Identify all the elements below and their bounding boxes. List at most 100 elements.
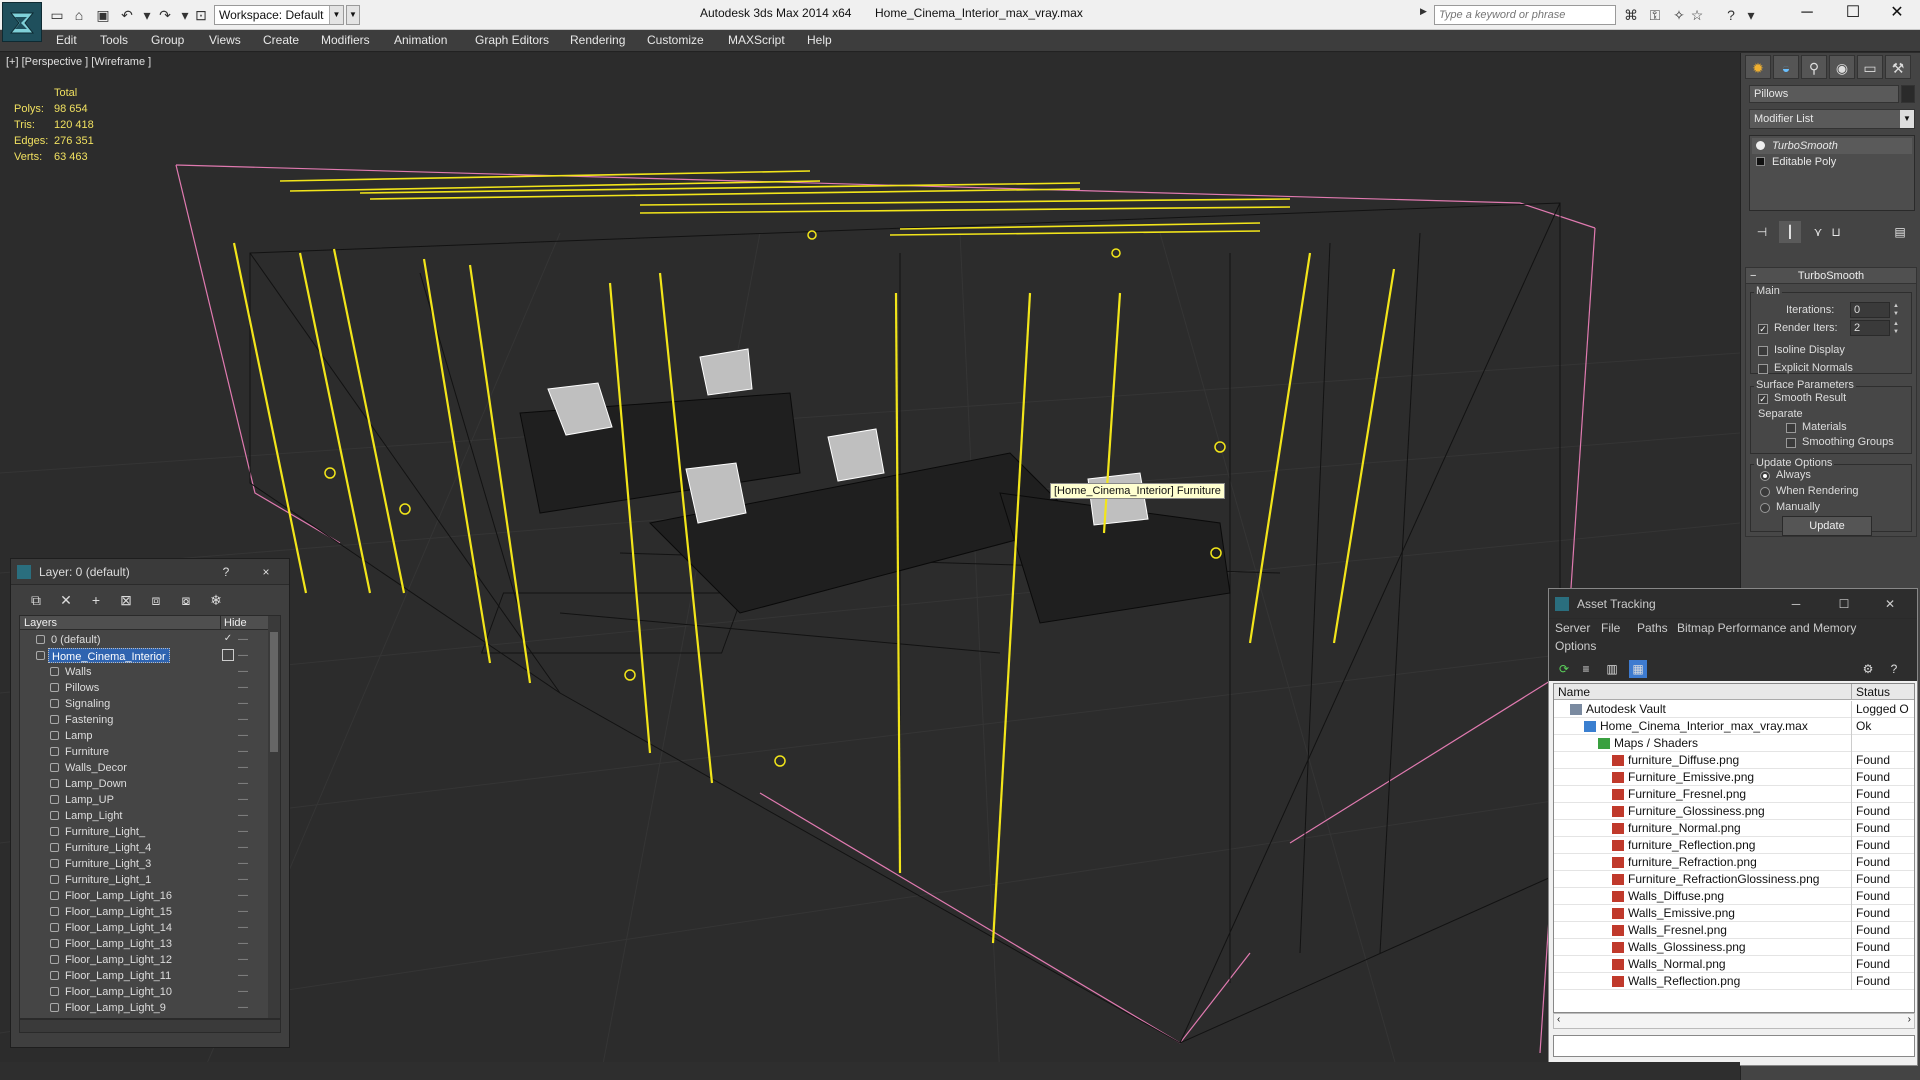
help-icon[interactable]: ? bbox=[1722, 6, 1740, 24]
asset-row[interactable]: Maps / Shaders bbox=[1554, 735, 1914, 752]
layer-row[interactable]: Walls_Decor — bbox=[20, 760, 268, 776]
motion-icon[interactable]: ◉ bbox=[1829, 55, 1855, 79]
layer-row[interactable]: Furniture_Light_3 — bbox=[20, 856, 268, 872]
hide-toggle[interactable]: — bbox=[236, 760, 250, 776]
render-iters-spinner[interactable]: 2 bbox=[1850, 320, 1890, 336]
layer-panel-title-bar[interactable]: Layer: 0 (default) ? × bbox=[11, 559, 289, 585]
current-layer-box[interactable] bbox=[222, 649, 234, 661]
asset-row[interactable]: Furniture_Glossiness.png Found bbox=[1554, 803, 1914, 820]
object-color-swatch[interactable] bbox=[1901, 85, 1915, 103]
vault-settings-icon[interactable]: ⚙ bbox=[1859, 660, 1877, 678]
layer-row[interactable]: Home_Cinema_Interior — bbox=[20, 648, 268, 664]
stack-item-editable-poly[interactable]: Editable Poly bbox=[1752, 154, 1912, 170]
asset-row[interactable]: Furniture_Fresnel.png Found bbox=[1554, 786, 1914, 803]
menu-paths[interactable]: Paths bbox=[1637, 621, 1668, 635]
communication-icon[interactable]: ✧ bbox=[1670, 6, 1688, 24]
asset-row[interactable]: furniture_Reflection.png Found bbox=[1554, 837, 1914, 854]
layer-horizontal-scrollbar[interactable] bbox=[19, 1019, 281, 1033]
current-layer-check-icon[interactable]: ✓ bbox=[222, 633, 234, 645]
close-button[interactable]: ✕ bbox=[1874, 0, 1920, 26]
delete-layer-icon[interactable]: ✕ bbox=[55, 590, 77, 610]
table-view-icon[interactable]: ▦ bbox=[1629, 660, 1647, 678]
asset-row[interactable]: furniture_Normal.png Found bbox=[1554, 820, 1914, 837]
hide-toggle[interactable]: — bbox=[236, 824, 250, 840]
column-hide[interactable]: Hide bbox=[220, 616, 247, 630]
asset-row[interactable]: furniture_Refraction.png Found bbox=[1554, 854, 1914, 871]
search-expand-icon[interactable]: ▶ bbox=[1420, 6, 1430, 17]
layer-scroll-thumb[interactable] bbox=[270, 632, 278, 752]
asset-row[interactable]: Walls_Fresnel.png Found bbox=[1554, 922, 1914, 939]
minimize-button[interactable]: ─ bbox=[1787, 595, 1805, 613]
layer-row[interactable]: Floor_Lamp_Light_13 — bbox=[20, 936, 268, 952]
hierarchy-icon[interactable]: ⚲ bbox=[1801, 55, 1827, 79]
menu-customize[interactable]: Customize bbox=[647, 33, 704, 47]
star-icon[interactable]: ☆ bbox=[1688, 6, 1706, 24]
layer-row[interactable]: Furniture_Light_4 — bbox=[20, 840, 268, 856]
iterations-spinner[interactable]: 0 bbox=[1850, 302, 1890, 318]
stack-item-turbosmooth[interactable]: TurboSmooth bbox=[1752, 138, 1912, 154]
menu-graph-editors[interactable]: Graph Editors bbox=[475, 33, 549, 47]
asset-row[interactable]: Autodesk Vault Logged O bbox=[1554, 701, 1914, 718]
menu-bitmap-performance[interactable]: Bitmap Performance and Memory bbox=[1677, 621, 1856, 635]
hide-toggle[interactable]: — bbox=[236, 696, 250, 712]
scroll-right-icon[interactable]: › bbox=[1908, 1014, 1911, 1025]
menu-views[interactable]: Views bbox=[209, 33, 241, 47]
layer-row[interactable]: Floor_Lamp_Light_15 — bbox=[20, 904, 268, 920]
isoline-checkbox[interactable] bbox=[1758, 346, 1768, 356]
layer-row[interactable]: Furniture_Light_1 — bbox=[20, 872, 268, 888]
asset-row[interactable]: furniture_Diffuse.png Found bbox=[1554, 752, 1914, 769]
utilities-icon[interactable]: ⚒ bbox=[1885, 55, 1911, 79]
new-file-icon[interactable]: ▭ bbox=[48, 6, 66, 24]
hide-toggle[interactable]: — bbox=[236, 664, 250, 680]
radio-when-rendering[interactable] bbox=[1760, 487, 1770, 497]
undo-icon[interactable]: ↶ bbox=[118, 6, 136, 24]
rollout-header[interactable]: − TurboSmooth bbox=[1746, 268, 1916, 284]
help-dropdown-icon[interactable]: ▾ bbox=[1742, 6, 1760, 24]
modifier-list-dropdown[interactable]: Modifier List ▼ bbox=[1749, 109, 1915, 129]
menu-maxscript[interactable]: MAXScript bbox=[728, 33, 785, 47]
asset-title-bar[interactable]: Asset Tracking ─ ☐ ✕ bbox=[1549, 589, 1917, 619]
hide-toggle[interactable]: — bbox=[236, 776, 250, 792]
asset-row[interactable]: Furniture_RefractionGlossiness.png Found bbox=[1554, 871, 1914, 888]
binoculars-icon[interactable]: ⌘ bbox=[1622, 6, 1640, 24]
layer-row[interactable]: Furniture_Light_ — bbox=[20, 824, 268, 840]
explicit-normals-checkbox[interactable] bbox=[1758, 364, 1768, 374]
menu-edit[interactable]: Edit bbox=[56, 33, 77, 47]
hide-toggle[interactable]: — bbox=[236, 728, 250, 744]
menu-rendering[interactable]: Rendering bbox=[570, 33, 625, 47]
materials-checkbox[interactable] bbox=[1786, 423, 1796, 433]
menu-file[interactable]: File bbox=[1601, 621, 1620, 635]
layer-row[interactable]: 0 (default) ✓ — bbox=[20, 632, 268, 648]
create-icon[interactable]: ✹ bbox=[1745, 55, 1771, 79]
app-logo-button[interactable] bbox=[2, 2, 42, 42]
asset-row[interactable]: Walls_Glossiness.png Found bbox=[1554, 939, 1914, 956]
hide-toggle[interactable]: — bbox=[236, 680, 250, 696]
menu-create[interactable]: Create bbox=[263, 33, 299, 47]
display-icon[interactable]: ▭ bbox=[1857, 55, 1883, 79]
menu-server[interactable]: Server bbox=[1555, 621, 1590, 635]
hide-toggle[interactable]: — bbox=[236, 712, 250, 728]
object-name-field[interactable]: Pillows bbox=[1749, 85, 1899, 103]
project-folder-icon[interactable]: ⊡ bbox=[192, 6, 210, 24]
show-end-result-icon[interactable]: ┃ bbox=[1779, 221, 1801, 243]
modify-icon[interactable]: ◒ bbox=[1773, 55, 1799, 79]
menu-help[interactable]: Help bbox=[807, 33, 832, 47]
asset-horizontal-scrollbar[interactable]: ‹ › bbox=[1553, 1013, 1915, 1029]
radio-manually[interactable] bbox=[1760, 503, 1770, 513]
viewport-label[interactable]: [+] [Perspective ] [Wireframe ] bbox=[6, 56, 151, 68]
smoothing-groups-checkbox[interactable] bbox=[1786, 438, 1796, 448]
layer-row[interactable]: Floor_Lamp_Light_12 — bbox=[20, 952, 268, 968]
configure-sets-icon[interactable]: ▤ bbox=[1889, 221, 1911, 243]
search-box[interactable] bbox=[1434, 5, 1616, 25]
save-icon[interactable]: ▣ bbox=[94, 6, 112, 24]
close-button[interactable]: ✕ bbox=[1881, 595, 1899, 613]
open-file-icon[interactable]: ⌂ bbox=[70, 6, 88, 24]
asset-row[interactable]: Walls_Diffuse.png Found bbox=[1554, 888, 1914, 905]
expand-icon[interactable] bbox=[1756, 157, 1765, 166]
layer-row[interactable]: Lamp_Down — bbox=[20, 776, 268, 792]
spinner-arrows-icon[interactable]: ▲ ▼ bbox=[1892, 302, 1900, 318]
hide-all-icon[interactable]: ⧇ bbox=[175, 590, 197, 610]
layer-row[interactable]: Walls — bbox=[20, 664, 268, 680]
hide-toggle[interactable]: — bbox=[236, 936, 250, 952]
undo-dropdown-icon[interactable]: ▾ bbox=[138, 6, 156, 24]
